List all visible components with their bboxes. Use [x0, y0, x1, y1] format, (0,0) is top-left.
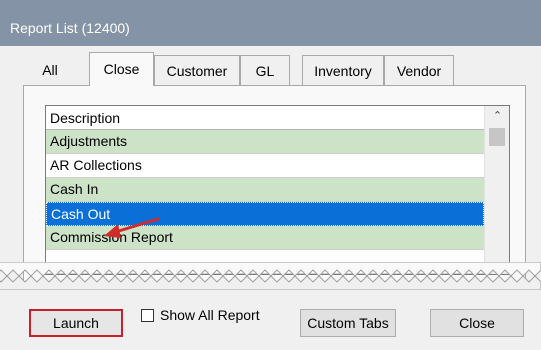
window-title: Report List (12400)	[10, 20, 130, 36]
column-header-description[interactable]: Description	[46, 106, 484, 130]
list-item[interactable]: Cash In	[46, 178, 484, 202]
report-grid[interactable]: Description Adjustments AR Collections C…	[45, 105, 510, 275]
title-bar: Report List (12400)	[0, 0, 541, 46]
scroll-thumb[interactable]	[489, 128, 505, 146]
launch-button[interactable]: Launch	[29, 309, 123, 337]
tab-vendor[interactable]: Vendor	[384, 55, 454, 85]
show-all-report-label: Show All Report	[160, 307, 260, 323]
list-item[interactable]: Adjustments	[46, 130, 484, 154]
tab-all[interactable]: All	[34, 55, 66, 85]
tab-gl[interactable]: GL	[240, 55, 290, 85]
torn-edge-divider	[0, 262, 541, 290]
list-item[interactable]: AR Collections	[46, 154, 484, 178]
tab-inventory[interactable]: Inventory	[302, 55, 384, 85]
list-item-selected[interactable]: Cash Out	[46, 202, 484, 226]
show-all-report-checkbox[interactable]: Show All Report	[141, 306, 260, 324]
tab-customer[interactable]: Customer	[154, 55, 240, 85]
chevron-up-icon[interactable]: ⌃	[485, 106, 509, 126]
tab-close[interactable]: Close	[89, 52, 154, 86]
list-item[interactable]: Commission Report	[46, 226, 484, 250]
vertical-scrollbar[interactable]: ⌃	[484, 106, 509, 274]
checkbox-box[interactable]	[141, 308, 154, 322]
custom-tabs-button[interactable]: Custom Tabs	[300, 309, 396, 337]
close-button[interactable]: Close	[430, 309, 524, 337]
